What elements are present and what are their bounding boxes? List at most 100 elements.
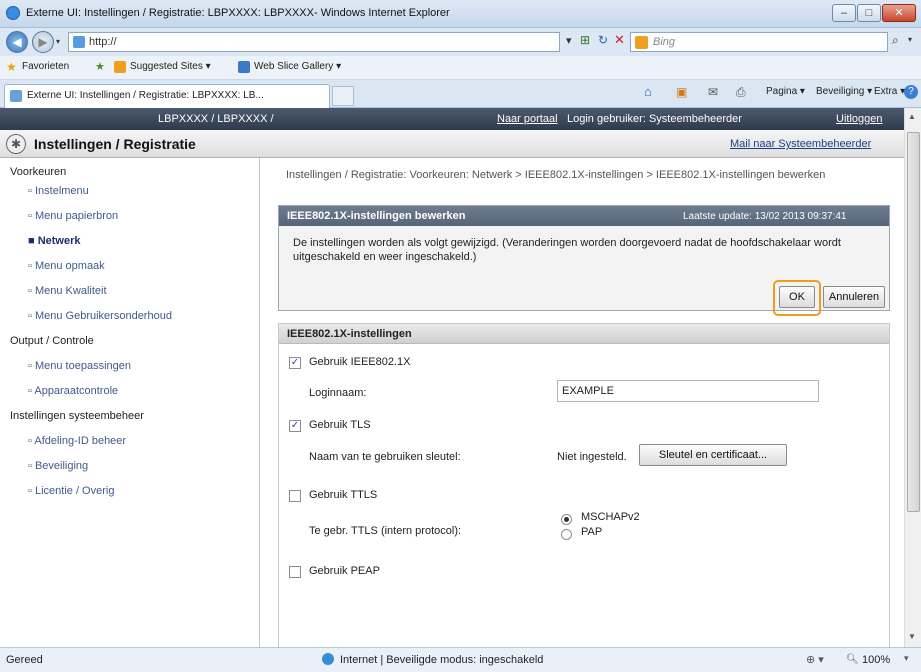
history-dropdown-icon[interactable]: ▾ bbox=[56, 37, 60, 46]
tab-bar: Externe UI: Instellingen / Registratie: … bbox=[0, 80, 921, 108]
edit-panel: IEEE802.1X-instellingen bewerken Laatste… bbox=[278, 205, 890, 316]
mschapv2-radio[interactable] bbox=[561, 514, 572, 525]
mail-admin-link[interactable]: Mail naar Systeembeheerder bbox=[730, 138, 871, 150]
page-title: Instellingen / Registratie bbox=[34, 136, 196, 152]
sidebar-section-systeembeheer[interactable]: Instellingen systeembeheer bbox=[10, 410, 144, 422]
feeds-icon[interactable]: ▣ bbox=[676, 85, 687, 99]
sidebar-item-apparaatcontrole[interactable]: ▫ Apparaatcontrole bbox=[28, 385, 118, 397]
sidebar-item-instelmenu[interactable]: ▫ Instelmenu bbox=[28, 185, 89, 197]
sidebar-item-label: Netwerk bbox=[37, 235, 81, 247]
web-slice-gallery-link[interactable]: Web Slice Gallery ▾ bbox=[254, 61, 341, 72]
sidebar-item-menu-toepassingen[interactable]: ▫ Menu toepassingen bbox=[28, 360, 131, 372]
sidebar-item-label: Beveiliging bbox=[34, 460, 89, 472]
help-icon[interactable]: ? bbox=[904, 85, 918, 99]
scroll-down-icon[interactable]: ▼ bbox=[908, 632, 916, 641]
command-extra[interactable]: Extra ▾ bbox=[874, 86, 905, 97]
window-titlebar: Externe UI: Instellingen / Registratie: … bbox=[0, 0, 921, 28]
print-icon[interactable]: ⎙ bbox=[736, 85, 746, 100]
favorites-button[interactable]: Favorieten bbox=[22, 61, 69, 72]
settings-header: IEEE802.1X-instellingen bbox=[279, 324, 889, 344]
pap-radio[interactable] bbox=[561, 529, 572, 540]
sidebar-item-label: Apparaatcontrole bbox=[34, 385, 119, 397]
mail-icon[interactable]: ✉ bbox=[708, 85, 718, 99]
status-text: Gereed bbox=[6, 654, 43, 666]
address-url: http:// bbox=[89, 36, 117, 48]
sidebar-item-licentie[interactable]: ▫ Licentie / Overig bbox=[28, 485, 114, 497]
address-dropdown-icon[interactable]: ▾ bbox=[566, 34, 572, 47]
favorites-bar: ★ Favorieten ★ Suggested Sites ▾ Web Sli… bbox=[0, 56, 921, 80]
sidebar-item-label: Menu opmaak bbox=[34, 260, 105, 272]
suggested-sites-link[interactable]: Suggested Sites ▾ bbox=[130, 61, 211, 72]
add-favorite-icon[interactable]: ★ bbox=[95, 60, 105, 73]
home-icon[interactable]: ⌂ bbox=[644, 84, 652, 99]
sidebar-item-beveiliging[interactable]: ▫ Beveiliging bbox=[28, 460, 88, 472]
refresh-icon[interactable]: ↻ bbox=[598, 33, 608, 47]
login-name-input[interactable]: EXAMPLE bbox=[557, 380, 819, 402]
use-peap-checkbox[interactable] bbox=[289, 566, 301, 578]
command-pagina[interactable]: Pagina ▾ bbox=[766, 86, 805, 97]
key-name-value: Niet ingesteld. bbox=[557, 451, 627, 463]
sidebar-item-label: Menu Kwaliteit bbox=[34, 285, 107, 297]
new-tab-button[interactable] bbox=[332, 86, 354, 106]
protected-mode-icon[interactable]: ⊕ ▾ bbox=[806, 653, 824, 666]
search-icon[interactable]: ⌕ bbox=[892, 33, 899, 48]
sidebar-item-menu-papierbron[interactable]: ▫ Menu papierbron bbox=[28, 210, 118, 222]
zoom-dropdown-icon[interactable]: ▾ bbox=[904, 653, 909, 664]
sidebar-item-netwerk[interactable]: ■ Netwerk bbox=[28, 235, 81, 247]
key-name-label: Naam van te gebruiken sleutel: bbox=[309, 451, 461, 463]
web-slice-icon bbox=[238, 61, 250, 73]
use-ttls-checkbox[interactable] bbox=[289, 490, 301, 502]
maximize-button[interactable]: □ bbox=[857, 4, 881, 22]
status-bar: Gereed Internet | Beveiligde modus: inge… bbox=[0, 647, 921, 672]
web-page: LBPXXXX / LBPXXXX / Naar portaal Login g… bbox=[0, 108, 904, 647]
ok-button[interactable]: OK bbox=[779, 286, 815, 308]
scrollbar-thumb[interactable] bbox=[907, 132, 920, 512]
scroll-up-icon[interactable]: ▲ bbox=[908, 112, 916, 121]
mschapv2-label: MSCHAPv2 bbox=[581, 511, 640, 523]
edit-message: De instellingen worden als volgt gewijzi… bbox=[293, 237, 841, 263]
use-tls-checkbox[interactable]: ✓ bbox=[289, 420, 301, 432]
use-tls-label: Gebruik TLS bbox=[309, 419, 371, 431]
address-input[interactable]: http:// bbox=[68, 32, 560, 52]
sidebar-item-label: Afdeling-ID beheer bbox=[34, 435, 127, 447]
ie-logo-icon bbox=[6, 6, 20, 20]
edit-panel-header: IEEE802.1X-instellingen bewerken Laatste… bbox=[279, 206, 889, 226]
tab-active[interactable]: Externe UI: Instellingen / Registratie: … bbox=[4, 84, 330, 108]
compatibility-icon[interactable]: ⊞ bbox=[580, 33, 590, 47]
vertical-scrollbar[interactable]: ▲ ▼ bbox=[904, 108, 921, 647]
sidebar-item-menu-opmaak[interactable]: ▫ Menu opmaak bbox=[28, 260, 105, 272]
close-window-button[interactable]: ✕ bbox=[882, 4, 916, 22]
portal-link[interactable]: Naar portaal bbox=[497, 113, 558, 125]
sidebar-item-menu-gebruikersonderhoud[interactable]: ▫ Menu Gebruikersonderhoud bbox=[28, 310, 172, 322]
use-ieee-label: Gebruik IEEE802.1X bbox=[309, 356, 411, 368]
device-header: LBPXXXX / LBPXXXX / Naar portaal Login g… bbox=[0, 108, 904, 130]
sidebar-item-label: Licentie / Overig bbox=[34, 485, 115, 497]
sidebar-item-label: Menu Gebruikersonderhoud bbox=[34, 310, 172, 322]
stop-icon[interactable]: ✕ bbox=[614, 32, 625, 48]
use-peap-label: Gebruik PEAP bbox=[309, 565, 380, 577]
breadcrumb: Instellingen / Registratie: Voorkeuren: … bbox=[286, 169, 826, 181]
cancel-button[interactable]: Annuleren bbox=[823, 286, 885, 308]
sidebar-item-afdeling-id[interactable]: ▫ Afdeling-ID beheer bbox=[28, 435, 126, 447]
main-content: Instellingen / Registratie: Voorkeuren: … bbox=[268, 158, 904, 647]
forward-button[interactable]: ▶ bbox=[32, 31, 54, 53]
sidebar-section-output[interactable]: Output / Controle bbox=[10, 335, 94, 347]
logout-link[interactable]: Uitloggen bbox=[836, 113, 882, 125]
address-toolbar: ◀ ▶ ▾ http:// ▾ ⊞ ↻ ✕ Bing ⌕ ▾ bbox=[0, 28, 921, 56]
tab-page-icon bbox=[10, 90, 22, 102]
search-options-icon[interactable]: ▾ bbox=[908, 35, 912, 44]
use-ttls-label: Gebruik TTLS bbox=[309, 489, 378, 501]
sidebar-item-label: Menu toepassingen bbox=[34, 360, 131, 372]
search-input[interactable]: Bing bbox=[630, 32, 888, 52]
use-ieee-checkbox[interactable]: ✓ bbox=[289, 357, 301, 369]
sidebar-section-voorkeuren[interactable]: Voorkeuren bbox=[10, 166, 66, 178]
settings-title: IEEE802.1X-instellingen bbox=[287, 328, 412, 340]
key-certificate-button[interactable]: Sleutel en certificaat... bbox=[639, 444, 787, 466]
sidebar-item-menu-kwaliteit[interactable]: ▫ Menu Kwaliteit bbox=[28, 285, 107, 297]
minimize-button[interactable]: – bbox=[832, 4, 856, 22]
device-name: LBPXXXX / LBPXXXX / bbox=[158, 113, 274, 125]
zoom-level[interactable]: 100% bbox=[862, 654, 890, 666]
command-beveiliging[interactable]: Beveiliging ▾ bbox=[816, 86, 872, 97]
back-button[interactable]: ◀ bbox=[6, 31, 28, 53]
sidebar-item-label: Menu papierbron bbox=[34, 210, 119, 222]
